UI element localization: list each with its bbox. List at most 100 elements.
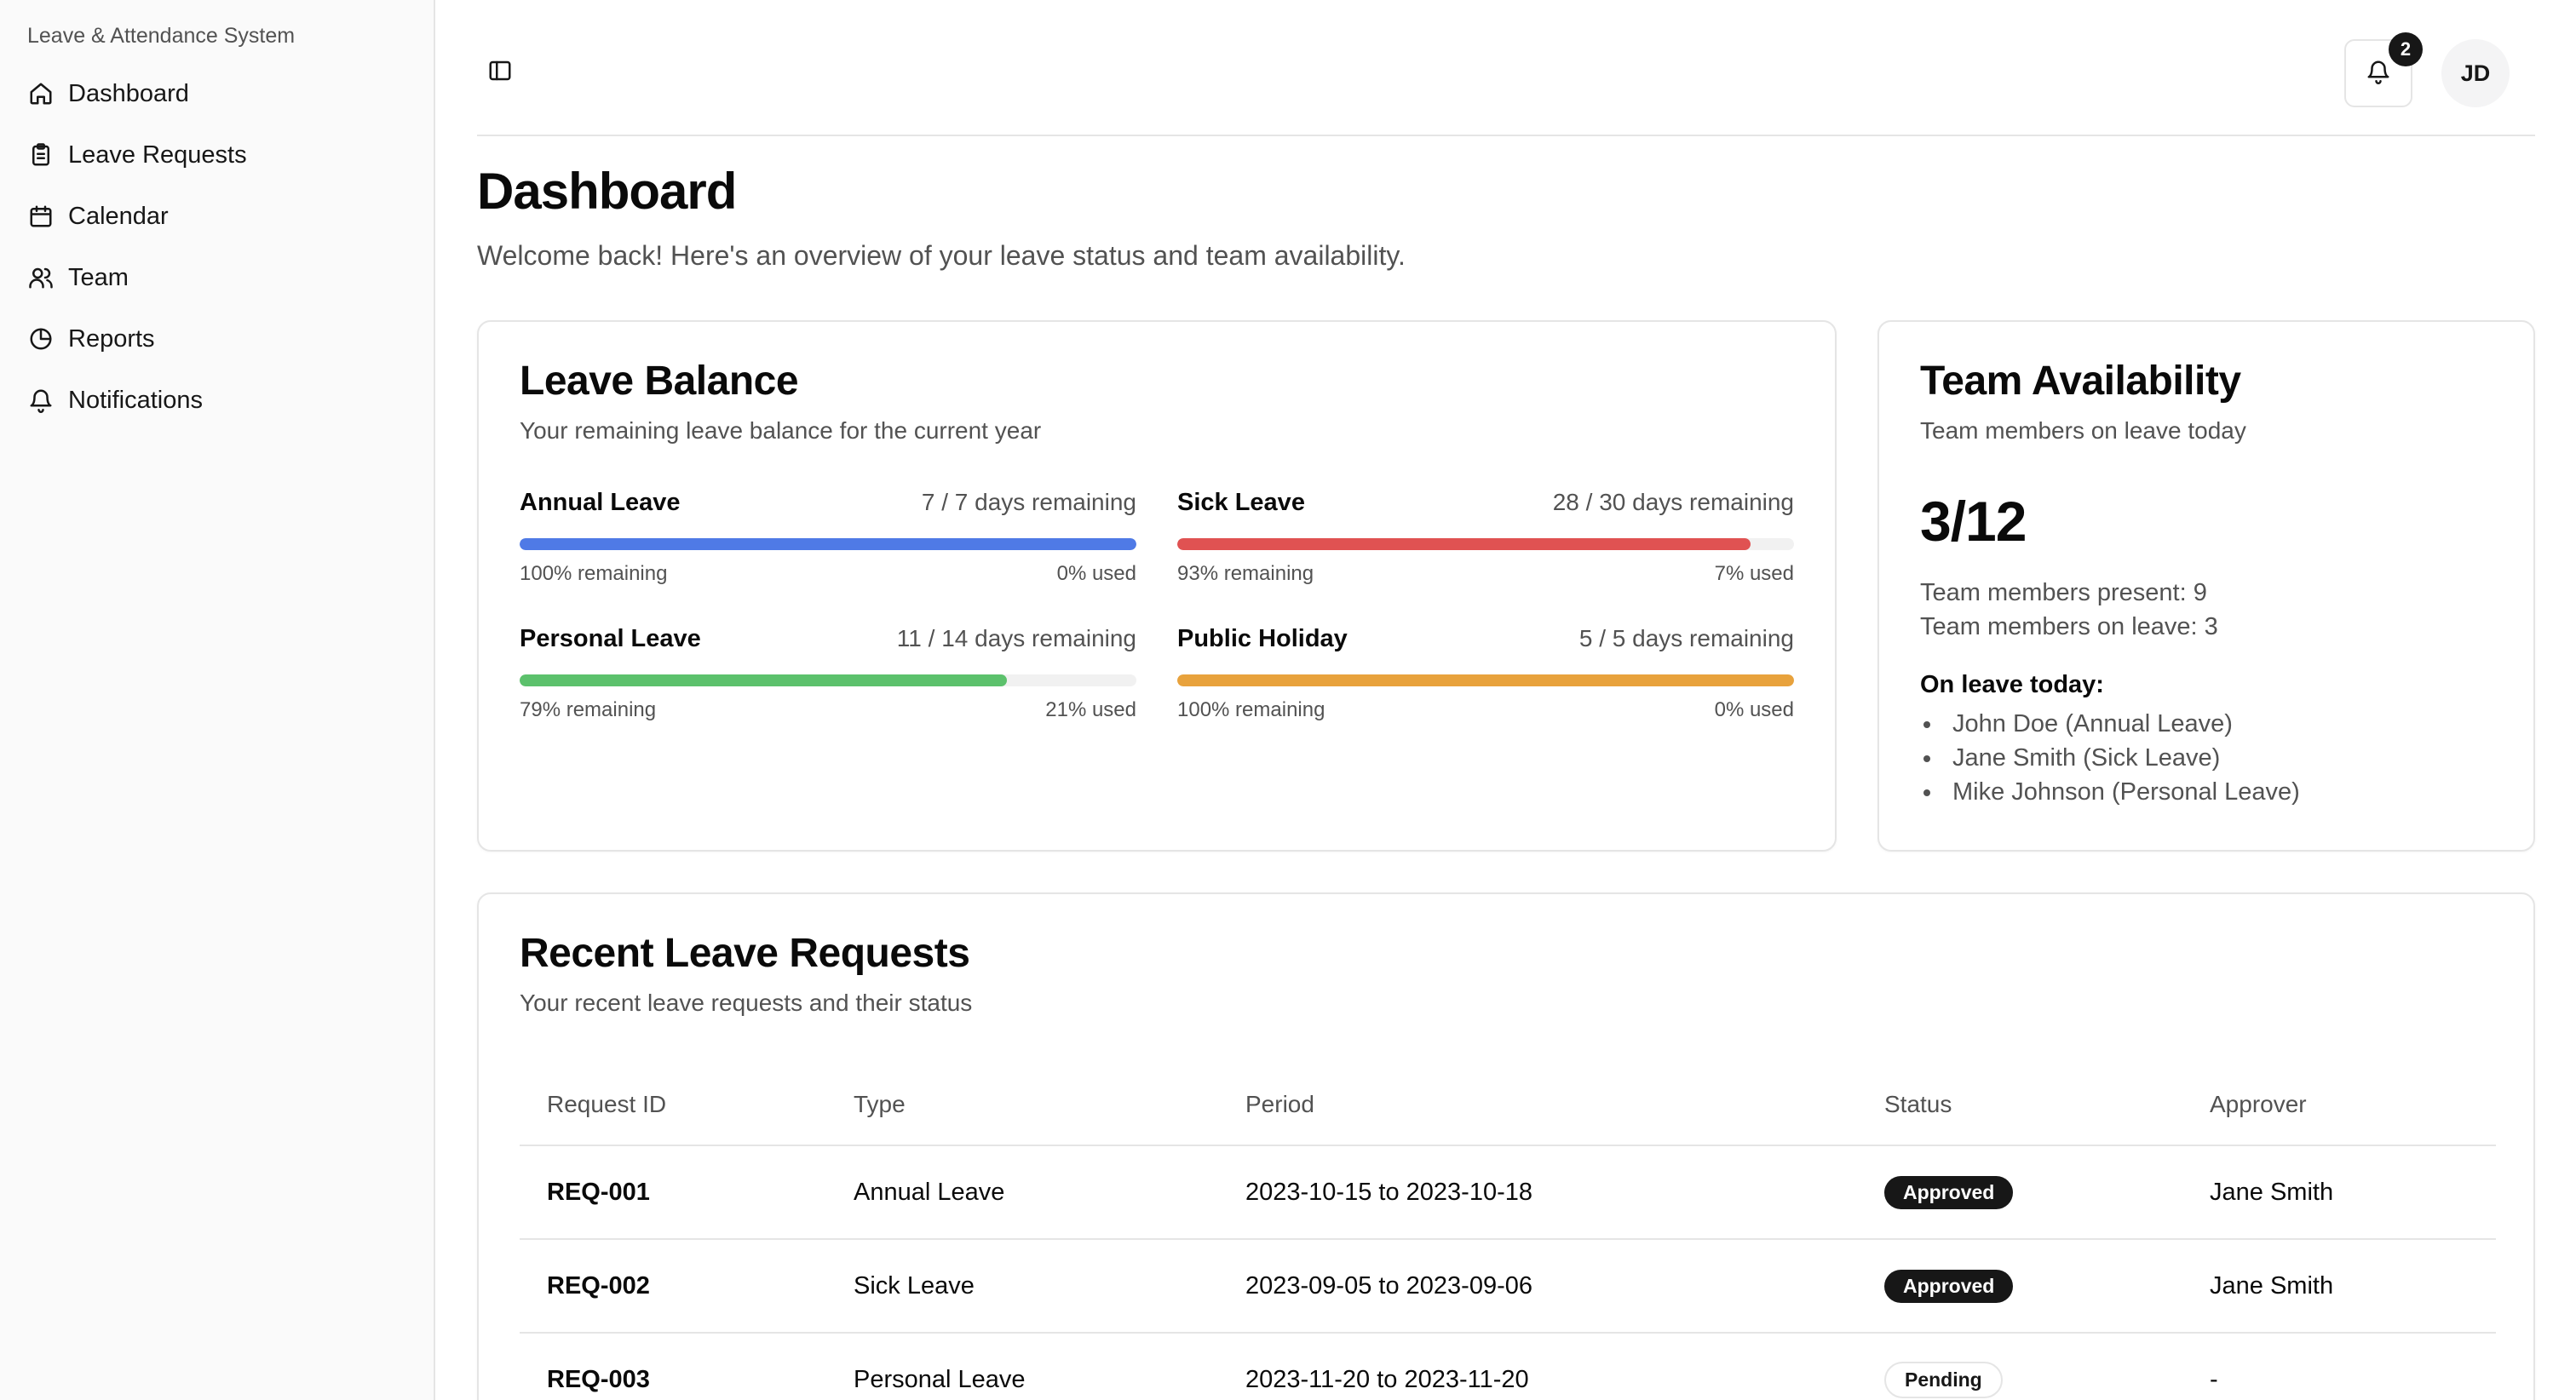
sidebar-item-label: Team (68, 263, 129, 291)
on-leave-list: John Doe (Annual Leave) Jane Smith (Sick… (1920, 707, 2300, 809)
card-description: Your recent leave requests and their sta… (520, 990, 973, 1016)
progress-bar-fill (520, 538, 1136, 550)
status-cell: Pending (1857, 1361, 2182, 1398)
column-header[interactable]: Status (1857, 1091, 2182, 1118)
percent-used: 0% used (1714, 698, 1794, 721)
leave-type-name: Annual Leave (520, 489, 681, 516)
table-row[interactable]: REQ-002 Sick Leave 2023-09-05 to 2023-09… (520, 1240, 2496, 1334)
calendar-icon (27, 203, 55, 230)
leave-balance-personal: Personal Leave 11 / 14 days remaining 79… (520, 625, 1136, 722)
request-id: REQ-002 (547, 1271, 650, 1300)
notifications-button[interactable]: 2 (2344, 32, 2423, 107)
status-badge: Pending (1884, 1361, 2003, 1398)
request-id: REQ-001 (547, 1178, 650, 1206)
leave-period: 2023-11-20 to 2023-11-20 (1245, 1365, 1529, 1393)
leave-days-remaining: 11 / 14 days remaining (896, 625, 1136, 651)
percent-remaining: 79% remaining (520, 698, 657, 721)
panel-left-icon (487, 58, 513, 88)
percent-remaining: 100% remaining (1177, 698, 1325, 721)
leave-days-remaining: 28 / 30 days remaining (1552, 489, 1794, 515)
approver: Jane Smith (2210, 1178, 2334, 1206)
card-title: Recent Leave Requests (520, 931, 970, 976)
leave-balance-card: Leave Balance Your remaining leave balan… (477, 320, 1837, 852)
status-badge: Approved (1884, 1175, 2014, 1209)
table-row[interactable]: REQ-003 Personal Leave 2023-11-20 to 202… (520, 1334, 2496, 1400)
leave-balance-annual: Annual Leave 7 / 7 days remaining 100% r… (520, 489, 1136, 586)
team-availability-card: Team Availability Team members on leave … (1877, 320, 2535, 852)
leave-period: 2023-10-15 to 2023-10-18 (1245, 1178, 1532, 1206)
leave-type: Personal Leave (854, 1365, 1026, 1393)
sidebar: Leave & Attendance System Dashboard Leav… (0, 0, 435, 1400)
sidebar-item-label: Dashboard (68, 79, 189, 107)
leave-period: 2023-09-05 to 2023-09-06 (1245, 1271, 1532, 1300)
avatar[interactable]: JD (2441, 39, 2510, 107)
progress-bar (1177, 674, 1794, 686)
bell-icon (27, 387, 55, 414)
pie-chart-icon (27, 325, 55, 353)
status-badge: Approved (1884, 1269, 2014, 1303)
status-cell: Approved (1857, 1175, 2182, 1209)
progress-bar (520, 674, 1136, 686)
progress-bar-fill (520, 674, 1007, 686)
leave-days-remaining: 5 / 5 days remaining (1578, 625, 1794, 651)
team-on-leave-ratio: 3/12 (1920, 490, 2027, 553)
page-subtitle: Welcome back! Here's an overview of your… (477, 240, 1406, 271)
sidebar-item-label: Notifications (68, 386, 203, 414)
app-title: Leave & Attendance System (27, 24, 296, 48)
leave-balance-sick: Sick Leave 28 / 30 days remaining 93% re… (1177, 489, 1794, 586)
column-header[interactable]: Period (1218, 1091, 1857, 1118)
card-title: Leave Balance (520, 359, 799, 404)
page-title: Dashboard (477, 163, 737, 220)
percent-used: 7% used (1714, 562, 1794, 585)
status-cell: Approved (1857, 1269, 2182, 1303)
sidebar-item-leave-requests[interactable]: Leave Requests (14, 124, 421, 186)
top-bar: 2 JD (477, 0, 2535, 136)
progress-bar-fill (1177, 538, 1751, 550)
sidebar-item-label: Leave Requests (68, 141, 247, 169)
sidebar-toggle-button[interactable] (484, 56, 516, 89)
progress-bar (520, 538, 1136, 550)
sidebar-item-notifications[interactable]: Notifications (14, 370, 421, 431)
home-icon (27, 80, 55, 107)
list-item: John Doe (Annual Leave) (1920, 707, 2300, 741)
approver: - (2210, 1365, 2218, 1393)
leave-type-name: Public Holiday (1177, 625, 1348, 652)
leave-type-name: Personal Leave (520, 625, 701, 652)
sidebar-item-calendar[interactable]: Calendar (14, 186, 421, 247)
card-description: Your remaining leave balance for the cur… (520, 417, 1042, 444)
sidebar-item-label: Reports (68, 324, 155, 353)
leave-balance-public-holiday: Public Holiday 5 / 5 days remaining 100%… (1177, 625, 1794, 722)
card-title: Team Availability (1920, 359, 2241, 404)
progress-bar (1177, 538, 1794, 550)
percent-remaining: 100% remaining (520, 562, 668, 585)
main-content: 2 JD Dashboard Welcome back! Here's an o… (477, 0, 2535, 1400)
leave-days-remaining: 7 / 7 days remaining (921, 489, 1136, 515)
list-item: Mike Johnson (Personal Leave) (1920, 775, 2300, 809)
progress-bar-fill (1177, 674, 1794, 686)
users-icon (27, 264, 55, 291)
approver: Jane Smith (2210, 1271, 2334, 1300)
column-header[interactable]: Approver (2182, 1091, 2496, 1118)
card-description: Team members on leave today (1920, 417, 2246, 444)
column-header[interactable]: Type (826, 1091, 1218, 1118)
sidebar-item-dashboard[interactable]: Dashboard (14, 63, 421, 124)
percent-used: 21% used (1045, 698, 1136, 721)
bell-icon (2366, 59, 2391, 89)
recent-requests-card: Recent Leave Requests Your recent leave … (477, 892, 2535, 1400)
sidebar-item-reports[interactable]: Reports (14, 308, 421, 370)
leave-type-name: Sick Leave (1177, 489, 1305, 516)
list-item: Jane Smith (Sick Leave) (1920, 741, 2300, 775)
sidebar-item-label: Calendar (68, 202, 169, 230)
notification-count-badge: 2 (2389, 32, 2423, 66)
table-row[interactable]: REQ-001 Annual Leave 2023-10-15 to 2023-… (520, 1146, 2496, 1240)
sidebar-nav: Dashboard Leave Requests Calendar Team R… (14, 63, 421, 431)
leave-type: Sick Leave (854, 1271, 975, 1300)
requests-table: Request ID Type Period Status Approver R… (520, 1064, 2496, 1400)
column-header[interactable]: Request ID (520, 1091, 826, 1118)
request-id: REQ-003 (547, 1365, 650, 1393)
percent-used: 0% used (1056, 562, 1136, 585)
table-header-row: Request ID Type Period Status Approver (520, 1064, 2496, 1146)
sidebar-item-team[interactable]: Team (14, 247, 421, 308)
percent-remaining: 93% remaining (1177, 562, 1314, 585)
team-on-leave-count: Team members on leave: 3 (1920, 613, 2218, 640)
